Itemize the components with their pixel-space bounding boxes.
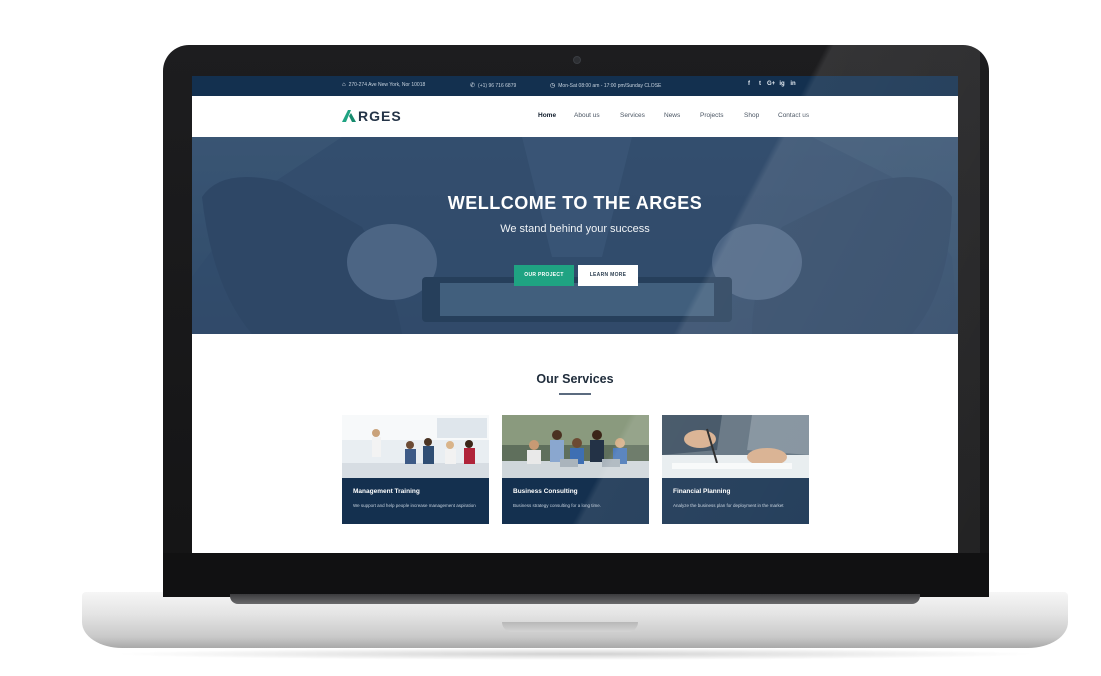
our-project-button[interactable]: OUR PROJECT: [514, 265, 574, 286]
hero-background-image: [192, 137, 958, 334]
laptop-shadow: [110, 648, 1040, 660]
nav-about-us[interactable]: About us: [574, 112, 600, 119]
hero-title: WELLCOME TO THE ARGES: [447, 193, 703, 213]
services-heading: Our Services: [536, 372, 614, 386]
twitter-icon[interactable]: t: [756, 81, 764, 87]
hero-subtitle: We stand behind your success: [500, 223, 650, 235]
management-training-photo: [342, 415, 489, 478]
nav-news[interactable]: News: [664, 112, 680, 119]
service-card-business-consulting[interactable]: Business Consulting Business strategy co…: [502, 415, 649, 524]
address-info: ⌂ 270-274 Ave New York, Nor 10018: [342, 82, 426, 88]
card-description: We support and help people increase mana…: [353, 503, 476, 508]
hours-info: ◷ Mon-Sat 08:00 am - 17:00 pm/Sunday CLOS…: [550, 83, 662, 89]
heading-underline: [559, 393, 591, 395]
card-title: Business Consulting: [513, 488, 578, 495]
main-navbar: RGES Home About us Services News Project…: [192, 96, 958, 138]
card-description: Analyze the business plan for deployment…: [673, 503, 784, 508]
card-title: Management Training: [353, 488, 420, 495]
nav-shop[interactable]: Shop: [744, 112, 759, 119]
nav-services[interactable]: Services: [620, 112, 645, 119]
laptop-bezel-chin: [163, 553, 989, 597]
hero-banner: WELLCOME TO THE ARGES We stand behind yo…: [192, 137, 958, 334]
card-title: Financial Planning: [673, 488, 731, 495]
nav-contact-us[interactable]: Contact us: [778, 112, 809, 119]
phone-icon: ✆: [470, 83, 476, 89]
business-consulting-photo: [502, 415, 649, 478]
google-plus-icon[interactable]: G+: [767, 81, 775, 87]
laptop-screen: ⌂ 270-274 Ave New York, Nor 10018 ✆ (+1) 9…: [192, 76, 958, 553]
financial-planning-photo: [662, 415, 809, 478]
card-description: Business strategy consulting for a long …: [513, 503, 602, 508]
facebook-icon[interactable]: f: [745, 81, 753, 87]
logo-mark-icon: [342, 110, 356, 122]
laptop-opening-notch: [502, 622, 638, 632]
clock-icon: ◷: [550, 83, 556, 89]
logo-text: RGES: [358, 108, 402, 124]
social-links: f t G+ ig in: [745, 81, 800, 87]
top-info-bar: ⌂ 270-274 Ave New York, Nor 10018 ✆ (+1) 9…: [192, 76, 958, 96]
webcam-icon: [573, 56, 581, 64]
instagram-icon[interactable]: ig: [778, 81, 786, 87]
learn-more-button[interactable]: LEARN MORE: [578, 265, 638, 286]
service-card-financial-planning[interactable]: Financial Planning Analyze the business …: [662, 415, 809, 524]
laptop-hinge: [230, 594, 920, 604]
linkedin-icon[interactable]: in: [789, 81, 797, 87]
home-icon: ⌂: [342, 82, 346, 88]
nav-projects[interactable]: Projects: [700, 112, 723, 119]
phone-info[interactable]: ✆ (+1) 96 716 6879: [470, 82, 516, 89]
nav-home[interactable]: Home: [538, 112, 556, 119]
service-card-management-training[interactable]: Management Training We support and help …: [342, 415, 489, 524]
